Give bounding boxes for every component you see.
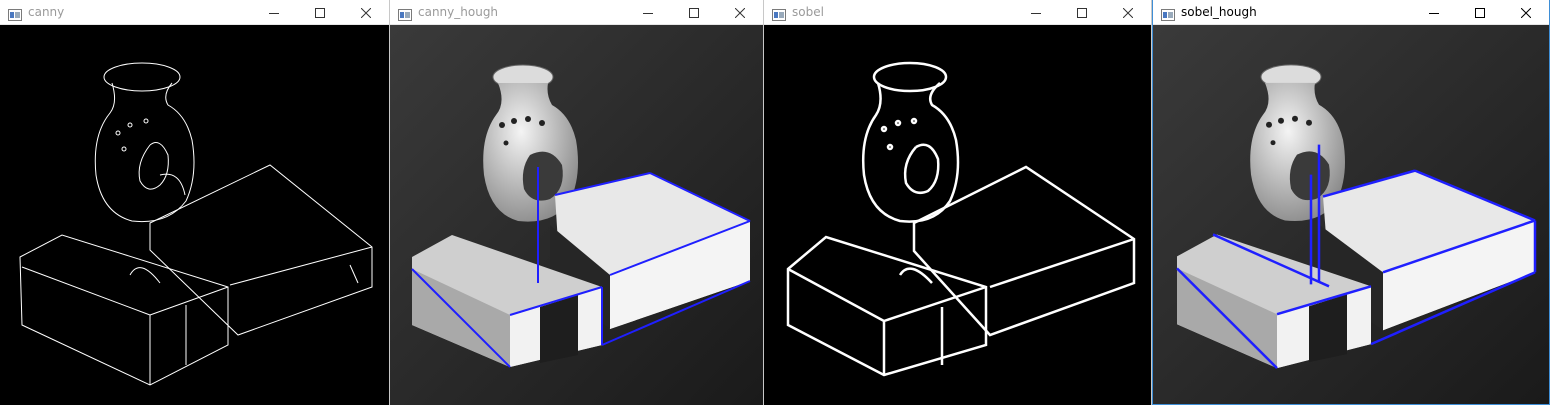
app-window-icon <box>1161 6 1175 21</box>
minimize-icon <box>643 12 653 14</box>
app-window-icon <box>398 6 412 21</box>
close-button[interactable] <box>717 0 763 25</box>
maximize-button[interactable] <box>1457 0 1503 25</box>
minimize-button[interactable] <box>251 0 297 25</box>
titlebar[interactable]: sobel_hough <box>1153 0 1549 25</box>
minimize-icon <box>1429 12 1439 14</box>
maximize-icon <box>689 7 699 18</box>
titlebar[interactable]: sobel <box>764 0 1151 25</box>
minimize-button[interactable] <box>625 0 671 25</box>
window-sobel-hough[interactable]: sobel_hough <box>1152 0 1550 405</box>
window-canny-hough[interactable]: canny_hough <box>390 0 763 405</box>
sobel-hough-image <box>1153 25 1549 404</box>
close-button[interactable] <box>1105 0 1151 25</box>
close-icon <box>735 7 745 18</box>
titlebar[interactable]: canny <box>0 0 389 25</box>
close-icon <box>1123 7 1133 18</box>
canny-edge-image <box>0 25 389 405</box>
maximize-button[interactable] <box>671 0 717 25</box>
app-window-icon <box>772 6 786 21</box>
minimize-button[interactable] <box>1013 0 1059 25</box>
window-canny[interactable]: canny <box>0 0 389 405</box>
close-button[interactable] <box>343 0 389 25</box>
maximize-button[interactable] <box>297 0 343 25</box>
window-title: sobel_hough <box>1181 5 1257 19</box>
image-canvas-sobel <box>764 25 1151 405</box>
close-icon <box>361 7 371 18</box>
image-canvas-canny <box>0 25 389 405</box>
close-button[interactable] <box>1503 0 1549 25</box>
close-icon <box>1521 7 1531 18</box>
image-canvas-canny-hough <box>390 25 763 405</box>
window-title: canny <box>28 5 65 19</box>
titlebar[interactable]: canny_hough <box>390 0 763 25</box>
maximize-icon <box>1475 7 1485 18</box>
canny-hough-image <box>390 25 763 405</box>
app-window-icon <box>8 6 22 21</box>
minimize-icon <box>269 12 279 14</box>
minimize-button[interactable] <box>1411 0 1457 25</box>
sobel-edge-image <box>764 25 1151 405</box>
minimize-icon <box>1031 12 1041 14</box>
maximize-button[interactable] <box>1059 0 1105 25</box>
window-title: sobel <box>792 5 824 19</box>
window-title: canny_hough <box>418 5 499 19</box>
maximize-icon <box>1077 7 1087 18</box>
image-canvas-sobel-hough <box>1153 25 1549 404</box>
window-sobel[interactable]: sobel <box>764 0 1151 405</box>
maximize-icon <box>315 7 325 18</box>
